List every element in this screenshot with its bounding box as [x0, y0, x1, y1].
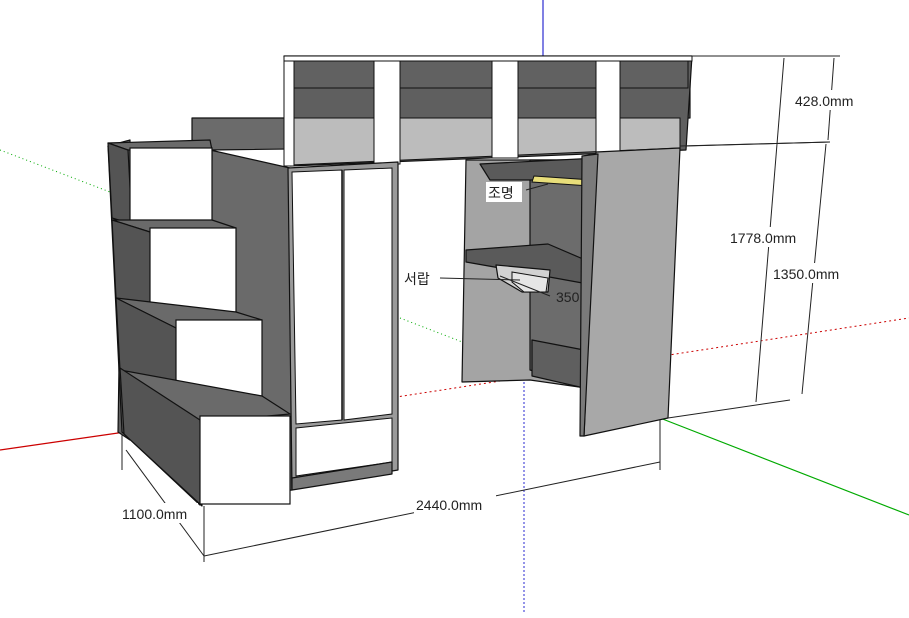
desk-right-panel — [583, 147, 681, 437]
bed-upright-1 — [283, 55, 295, 167]
wardrobe-door-left — [291, 169, 343, 425]
green-axis-front — [659, 417, 909, 516]
sketchup-viewport[interactable]: 428.0mm 1778.0mm 1350.0mm 1100.0mm 2440.… — [0, 0, 909, 613]
step-1-side — [107, 142, 133, 225]
bed-top-edge — [283, 55, 693, 62]
bed-upright-3 — [491, 59, 519, 159]
bed-front-rail-top — [285, 57, 689, 89]
green-axis-back — [0, 149, 111, 193]
dim-under-height: 1350.0mm — [773, 266, 839, 282]
wardrobe-door-right — [343, 167, 393, 421]
green-axis-back-2 — [399, 317, 471, 346]
dim-top-height: 428.0mm — [795, 93, 853, 109]
red-axis-left — [0, 431, 126, 451]
dim-total-height: 1778.0mm — [730, 230, 796, 246]
bed-upright-2 — [373, 59, 401, 165]
dim-depth: 1100.0mm — [122, 506, 187, 522]
dim-width: 2440.0mm — [416, 497, 482, 513]
step-4-front — [199, 415, 291, 505]
bed-frame — [191, 55, 693, 167]
bed-upright-4 — [595, 59, 621, 155]
step-1-front — [129, 147, 213, 223]
model-canvas: 428.0mm 1778.0mm 1350.0mm 1100.0mm 2440.… — [0, 0, 909, 613]
label-lighting: 조명 — [488, 186, 514, 202]
label-drawer: 서랍 — [404, 272, 430, 288]
label-drawer-depth: 350 — [556, 289, 580, 305]
step-2-front — [149, 227, 237, 313]
